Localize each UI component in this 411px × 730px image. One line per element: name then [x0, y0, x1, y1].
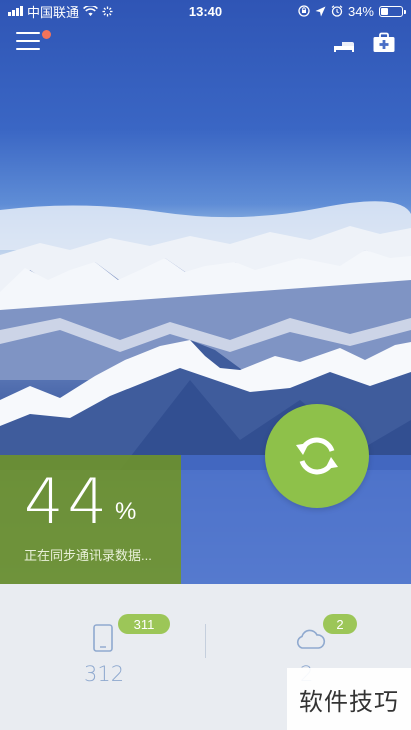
menu-button[interactable] [16, 32, 40, 52]
phone-icon [93, 624, 113, 652]
orientation-lock-icon [298, 5, 310, 17]
progress-percent-value: 44 [24, 465, 111, 538]
wifi-icon [83, 5, 98, 16]
battery-percent: 34% [347, 3, 374, 19]
top-bar [0, 26, 411, 60]
toolbox-icon [373, 32, 395, 52]
cloud-count-badge: 2 [323, 614, 357, 634]
sync-status-text: 正在同步通讯录数据... [24, 548, 152, 563]
loading-icon [102, 6, 113, 16]
toolbox-button[interactable] [372, 32, 396, 54]
status-bar: 中国联通 13:40 34% [0, 0, 411, 22]
menu-icon [16, 32, 40, 50]
battery-icon [379, 5, 406, 17]
battery-level-fill [381, 7, 388, 15]
signal-icon [8, 6, 23, 16]
local-contact-count[interactable]: 312 [84, 662, 124, 686]
notification-dot [42, 30, 51, 39]
bed-button[interactable] [332, 32, 356, 54]
watermark: 软件技巧 [287, 668, 411, 730]
sync-icon [296, 437, 338, 475]
stats-divider [205, 624, 206, 658]
carrier-label: 中国联通 [27, 4, 80, 20]
progress-percent-unit: % [115, 498, 137, 525]
sync-button[interactable] [265, 404, 369, 508]
cloud-icon [296, 629, 326, 649]
location-icon [315, 6, 326, 16]
bed-icon [334, 34, 354, 52]
alarm-icon [331, 5, 343, 17]
local-count-badge: 311 [118, 614, 170, 634]
sync-progress-panel: 44 % 正在同步通讯录数据... [0, 455, 181, 584]
